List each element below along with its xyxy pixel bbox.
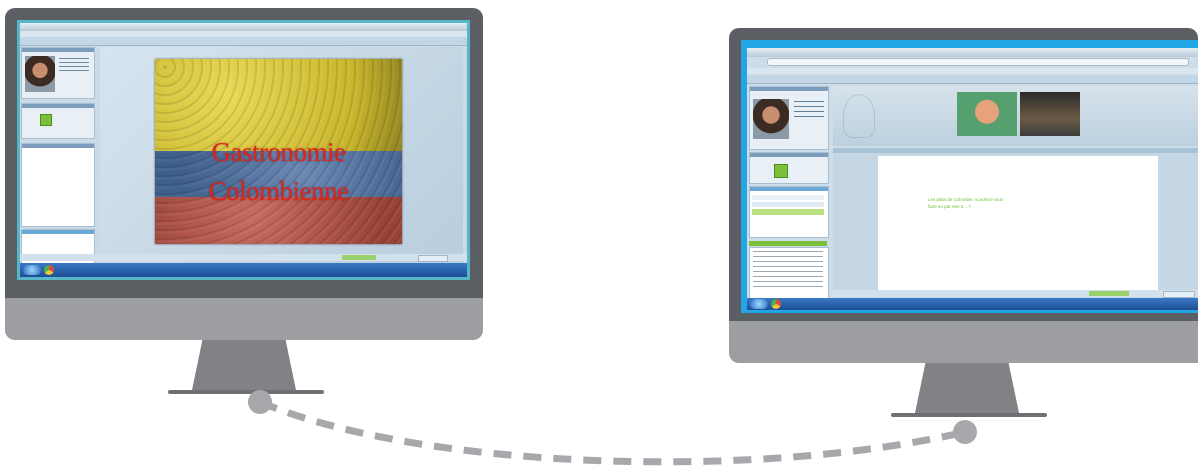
dashed-connector-line	[258, 398, 966, 466]
connection-link	[248, 390, 977, 466]
connector-endpoint-right	[953, 420, 977, 444]
connector-endpoint-left	[248, 390, 272, 414]
